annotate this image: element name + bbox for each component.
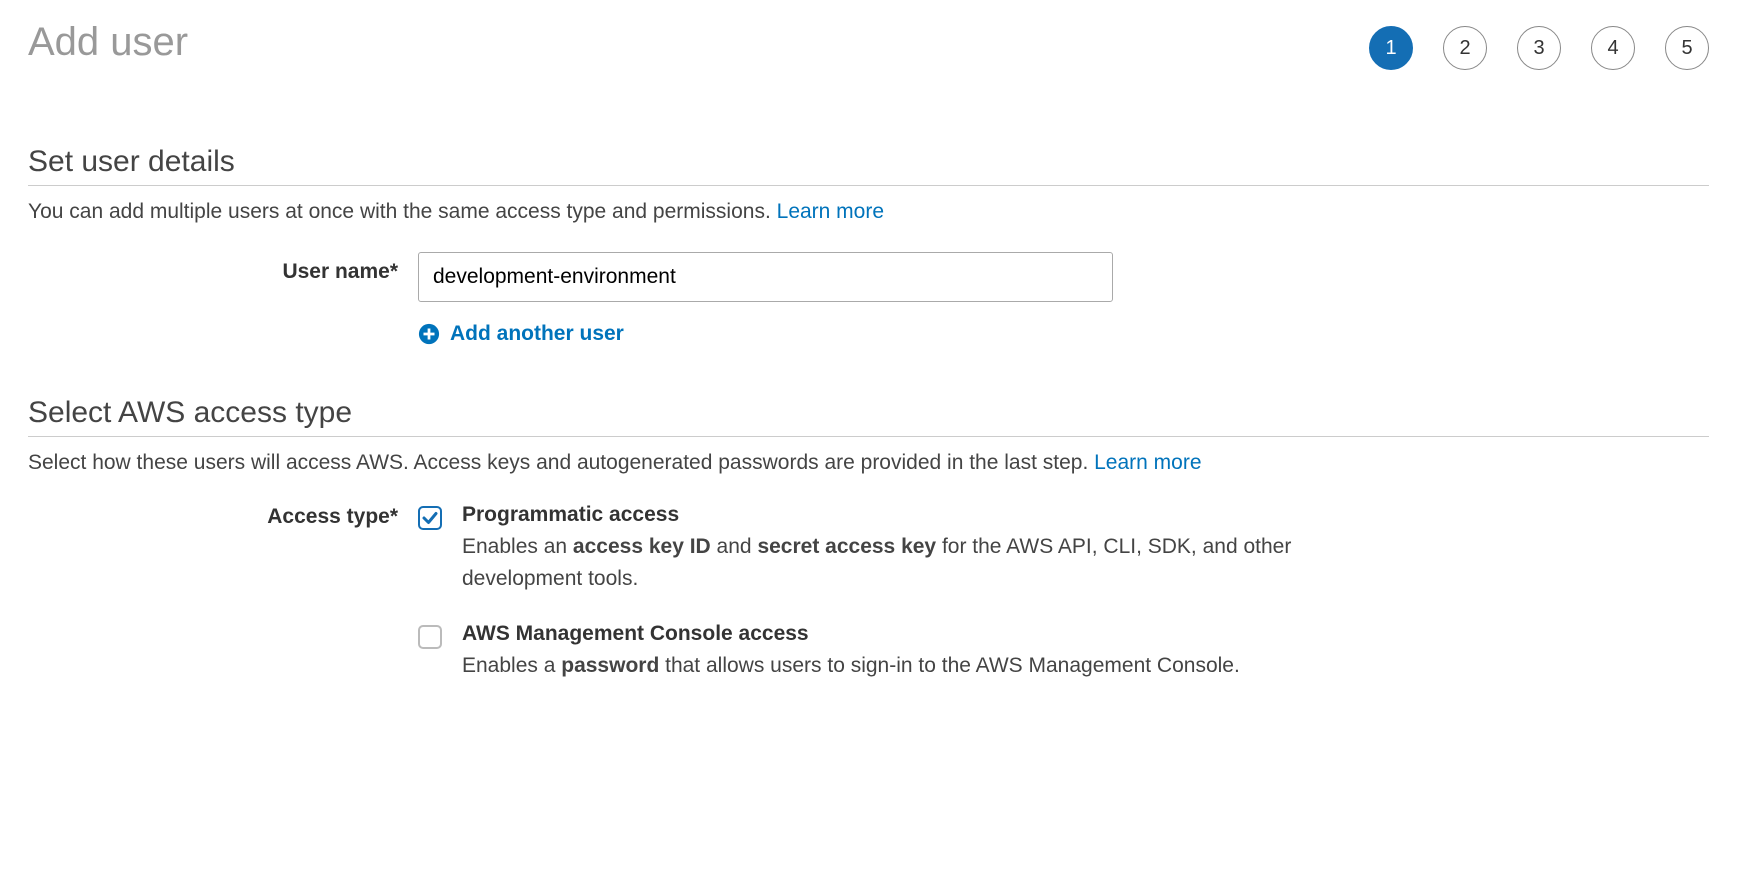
console-access-checkbox[interactable] xyxy=(418,625,442,649)
username-label: User name* xyxy=(28,252,418,284)
add-another-user-button[interactable]: Add another user xyxy=(418,322,1709,346)
step-1[interactable]: 1 xyxy=(1369,26,1413,70)
wizard-steps: 1 2 3 4 5 xyxy=(1369,26,1709,70)
page-title: Add user xyxy=(28,20,188,65)
access-option-programmatic: Programmatic access Enables an access ke… xyxy=(418,503,1338,594)
access-option-console: AWS Management Console access Enables a … xyxy=(418,622,1338,682)
programmatic-access-checkbox[interactable] xyxy=(418,506,442,530)
access-type-label: Access type* xyxy=(28,503,418,529)
username-input[interactable] xyxy=(418,252,1113,302)
section-title-access-type: Select AWS access type xyxy=(28,396,1709,437)
console-access-desc: Enables a password that allows users to … xyxy=(462,650,1338,682)
access-type-learn-more-link[interactable]: Learn more xyxy=(1094,451,1201,474)
user-details-learn-more-link[interactable]: Learn more xyxy=(777,200,884,223)
add-another-user-label: Add another user xyxy=(450,322,624,346)
access-type-help-text: Select how these users will access AWS. … xyxy=(28,451,1094,474)
programmatic-access-title: Programmatic access xyxy=(462,503,1338,527)
access-type-help: Select how these users will access AWS. … xyxy=(28,451,1709,475)
section-title-user-details: Set user details xyxy=(28,145,1709,186)
user-details-help: You can add multiple users at once with … xyxy=(28,200,1709,224)
step-3[interactable]: 3 xyxy=(1517,26,1561,70)
programmatic-access-desc: Enables an access key ID and secret acce… xyxy=(462,531,1338,594)
console-access-title: AWS Management Console access xyxy=(462,622,1338,646)
step-5[interactable]: 5 xyxy=(1665,26,1709,70)
user-details-help-text: You can add multiple users at once with … xyxy=(28,200,777,223)
step-4[interactable]: 4 xyxy=(1591,26,1635,70)
step-2[interactable]: 2 xyxy=(1443,26,1487,70)
plus-circle-icon xyxy=(418,323,440,345)
